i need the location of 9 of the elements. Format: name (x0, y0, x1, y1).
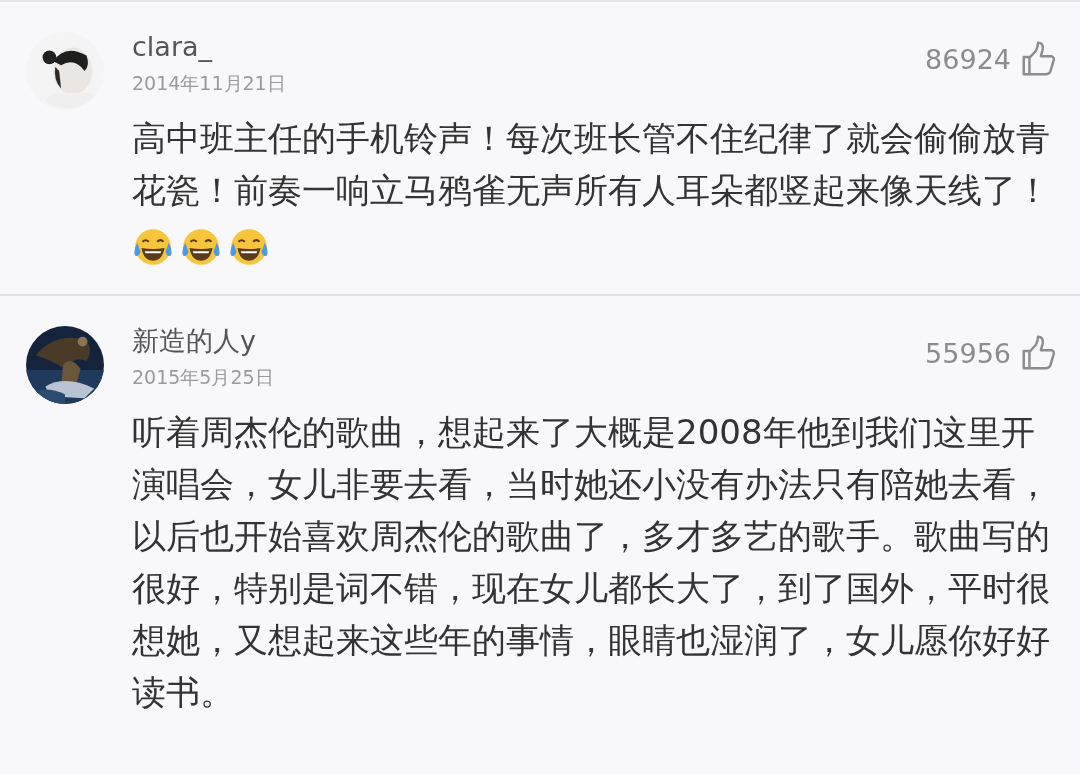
comment-text: 高中班主任的手机铃声！每次班长管不住纪律了就会偷偷放青花瓷！前奏一响立马鸦雀无声所有人耳朵都竖起来像天线了！ (132, 117, 1051, 212)
comment-date: 2015年5月25日 (132, 365, 274, 390)
laughing-tears-icon (228, 226, 270, 268)
comment-text: 听着周杰伦的歌曲，想起来了大概是2008年他到我们这里开演唱会，女儿非要去看，当时她还小没有办法只有陪她去看，以后也开始喜欢周杰伦的歌曲了，多才多艺的歌手。歌曲写的很好，特别是词不错，现在女儿都长大了，到了国外，平时很想她，又想起来这些年的事情，眼睛也湿润了，女儿愿你好好读书。 (132, 411, 1051, 714)
laughing-tears-icon (180, 226, 222, 268)
comment-date: 2014年11月21日 (132, 71, 286, 96)
laughing-tears-icon (132, 226, 174, 268)
username[interactable]: 新造的人y (132, 324, 274, 358)
username[interactable]: clara_ (132, 30, 286, 64)
